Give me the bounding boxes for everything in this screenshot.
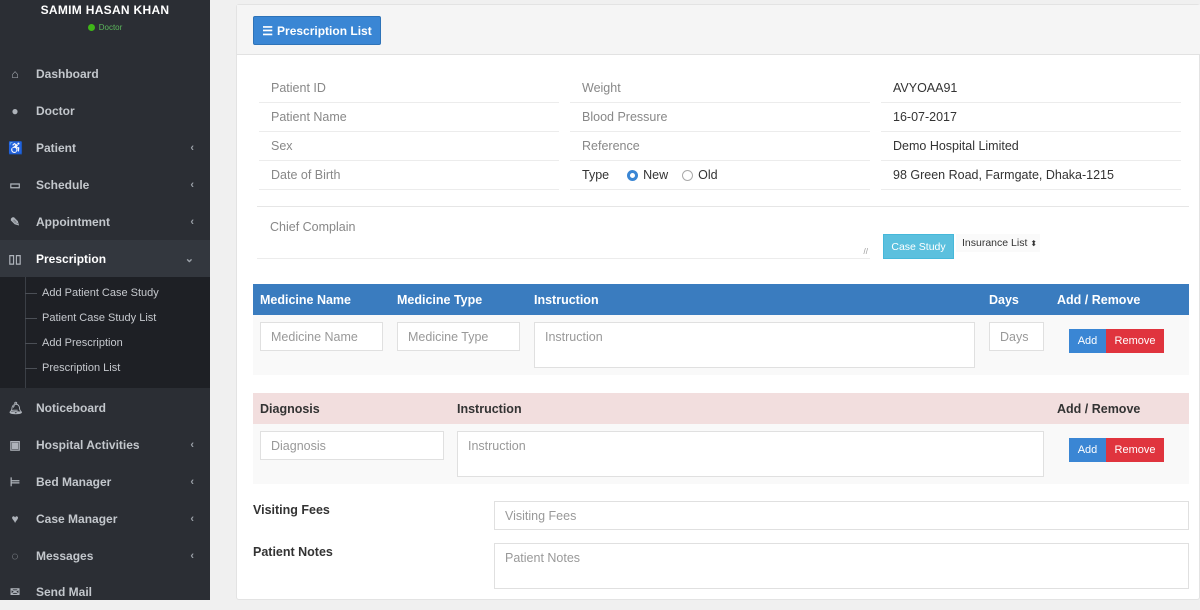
- online-status-icon: [87, 24, 95, 32]
- sidebar-item-dashboard[interactable]: ⌂ Dashboard: [0, 55, 210, 92]
- sidebar-item-appointment[interactable]: ✎ Appointment ‹: [0, 203, 210, 240]
- chevron-left-icon: ‹: [190, 475, 194, 488]
- days-input[interactable]: Days: [989, 322, 1044, 351]
- chevron-left-icon: ‹: [190, 215, 194, 228]
- visiting-fees-input[interactable]: Visiting Fees: [494, 501, 1189, 530]
- hospital-address-value: 98 Green Road, Farmgate, Dhaka-1215: [881, 161, 1181, 190]
- chevron-left-icon: ‹: [190, 512, 194, 525]
- list-icon: ☰: [262, 23, 274, 38]
- sidebar-item-noticeboard[interactable]: 🔔︎ Noticeboard: [0, 389, 210, 426]
- date-of-birth-label: Date of Birth: [259, 161, 559, 190]
- weight-label: Weight: [570, 74, 870, 103]
- bed-icon: ⊨: [9, 474, 21, 489]
- chevron-left-icon: ‹: [190, 549, 194, 562]
- book-icon: ▯▯: [8, 251, 22, 266]
- panel-header: ☰ Prescription List: [237, 5, 1200, 55]
- reference-label: Reference: [570, 132, 870, 161]
- patient-notes-textarea[interactable]: Patient Notes: [494, 543, 1189, 589]
- edit-icon: ✎: [9, 214, 21, 229]
- radio-checked-icon: [627, 169, 639, 181]
- hospital-icon: ▣: [9, 437, 21, 452]
- user-role: Doctor: [0, 23, 210, 32]
- sidebar-item-doctor[interactable]: ● Doctor: [0, 92, 210, 129]
- select-arrows-icon: ⬍: [1030, 238, 1038, 248]
- calendar-icon: ▭: [9, 177, 21, 192]
- type-radio-old[interactable]: Old: [682, 168, 718, 182]
- resize-handle-icon: //: [863, 247, 868, 256]
- diagnosis-row: Diagnosis Instruction Add Remove: [253, 424, 1189, 484]
- medicine-add-button[interactable]: Add: [1069, 329, 1106, 353]
- blood-pressure-label: Blood Pressure: [570, 103, 870, 132]
- diagnosis-add-button[interactable]: Add: [1069, 438, 1106, 462]
- visiting-fees-label: Visiting Fees: [253, 503, 330, 517]
- sidebar-item-send-mail[interactable]: ✉ Send Mail: [0, 573, 210, 610]
- patient-notes-label: Patient Notes: [253, 545, 333, 559]
- submenu-add-prescription[interactable]: Add Prescription: [25, 334, 123, 352]
- chevron-left-icon: ‹: [190, 141, 194, 154]
- type-radio-new[interactable]: New: [627, 168, 668, 182]
- hospital-name-value: Demo Hospital Limited: [881, 132, 1181, 161]
- medicine-table-header: Medicine Name Medicine Type Instruction …: [253, 284, 1189, 315]
- medicine-type-input[interactable]: Medicine Type: [397, 322, 520, 351]
- user-name: SAMIM HASAN KHAN: [40, 3, 170, 17]
- diagnosis-instruction-textarea[interactable]: Instruction: [457, 431, 1044, 477]
- date-value: 16-07-2017: [881, 103, 1181, 132]
- insurance-list-select[interactable]: Insurance List ⬍: [956, 234, 1040, 252]
- sidebar-item-schedule[interactable]: ▭ Schedule ‹: [0, 166, 210, 203]
- chevron-down-icon: ⌄: [184, 253, 194, 265]
- envelope-icon: ✉: [9, 584, 21, 599]
- submenu-patient-case-study-list[interactable]: Patient Case Study List: [25, 309, 156, 327]
- type-radio-group: New Old: [627, 168, 731, 182]
- sidebar: SAMIM HASAN KHAN Doctor ⌂ Dashboard ● Doct…: [0, 0, 210, 600]
- wheelchair-icon: ♿: [8, 140, 23, 155]
- chevron-left-icon: ‹: [190, 178, 194, 191]
- sidebar-item-case-manager[interactable]: ♥ Case Manager ‹: [0, 500, 210, 537]
- diagnosis-table-header: Diagnosis Instruction Add / Remove: [253, 393, 1189, 424]
- chief-complain-textarea[interactable]: Chief Complain//: [257, 215, 870, 259]
- sidebar-item-hospital-activities[interactable]: ▣ Hospital Activities ‹: [0, 426, 210, 463]
- type-field: Type New Old: [570, 161, 870, 190]
- chevron-left-icon: ‹: [190, 438, 194, 451]
- heartbeat-icon: ♥: [11, 511, 19, 526]
- diagnosis-remove-button[interactable]: Remove: [1106, 438, 1164, 462]
- prescription-list-button[interactable]: ☰ Prescription List: [253, 16, 381, 45]
- sidebar-item-messages[interactable]: ◌ Messages ‹: [0, 537, 210, 574]
- medicine-name-input[interactable]: Medicine Name: [260, 322, 383, 351]
- medicine-row: Medicine Name Medicine Type Instruction …: [253, 315, 1189, 375]
- submenu-prescription-list[interactable]: Prescription List: [25, 359, 120, 377]
- comments-icon: ◌: [11, 548, 19, 563]
- sidebar-item-patient[interactable]: ♿ Patient ‹: [0, 129, 210, 166]
- home-icon: ⌂: [11, 66, 19, 81]
- medicine-instruction-textarea[interactable]: Instruction: [534, 322, 975, 368]
- sidebar-item-prescription[interactable]: ▯▯ Prescription ⌄: [0, 240, 210, 277]
- diagnosis-input[interactable]: Diagnosis: [260, 431, 444, 460]
- bell-icon: 🔔︎: [8, 400, 24, 415]
- case-study-button[interactable]: Case Study: [883, 234, 954, 259]
- sidebar-item-bed-manager[interactable]: ⊨ Bed Manager ‹: [0, 463, 210, 500]
- sex-label: Sex: [259, 132, 559, 161]
- prescription-submenu: Add Patient Case Study Patient Case Stud…: [0, 277, 210, 388]
- medicine-remove-button[interactable]: Remove: [1106, 329, 1164, 353]
- radio-unchecked-icon: [682, 169, 694, 181]
- patient-name-label: Patient Name: [259, 103, 559, 132]
- patient-id-label: Patient ID: [259, 74, 559, 103]
- prescription-form-panel: ☰ Prescription List Patient ID Patient Na…: [236, 4, 1200, 600]
- submenu-add-patient-case-study[interactable]: Add Patient Case Study: [25, 284, 159, 302]
- patient-id-value: AVYOAA91: [881, 74, 1181, 103]
- user-md-icon: ●: [11, 103, 19, 118]
